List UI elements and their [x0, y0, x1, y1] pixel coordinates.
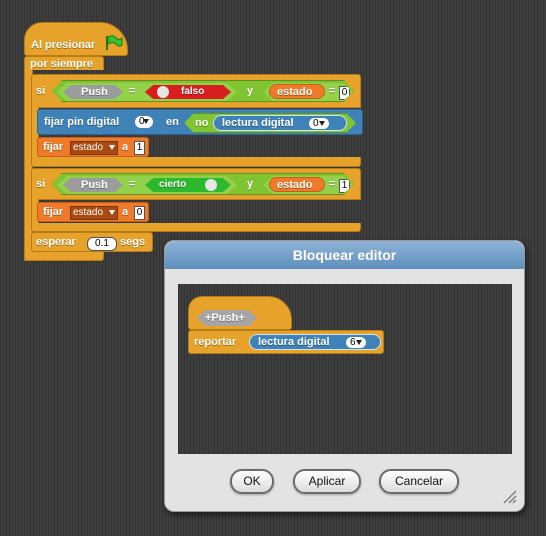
forever-bottom: [24, 252, 104, 261]
if-block-2[interactable]: si Push = cierto y estado = 1: [31, 168, 361, 200]
not-label: no: [195, 117, 209, 129]
if-bottom-2: [31, 223, 361, 232]
push-parameter-label: +Push+: [205, 312, 245, 324]
if-label: si: [36, 178, 46, 190]
toggle-knob: [205, 179, 217, 191]
true-boolean[interactable]: cierto: [145, 178, 231, 192]
digital-read-reporter[interactable]: lectura digital 0: [213, 115, 347, 131]
and-operator[interactable]: Push = falso y estado = 0: [52, 80, 354, 102]
set-pin-label: fijar pin digital: [44, 116, 120, 128]
value-input[interactable]: 1: [134, 141, 145, 155]
digital-read-label: lectura digital: [258, 336, 330, 348]
to-label: a: [122, 206, 129, 218]
forever-block[interactable]: por siempre: [24, 56, 104, 70]
estado-variable[interactable]: estado: [269, 177, 325, 192]
number-input[interactable]: 0: [339, 86, 350, 100]
pin-dropdown[interactable]: 0: [135, 116, 153, 128]
value-input[interactable]: 0: [134, 206, 145, 220]
equals-operator[interactable]: Push = falso: [57, 83, 237, 101]
and-label: y: [247, 178, 254, 190]
push-label: Push: [81, 179, 108, 191]
report-block[interactable]: reportar lectura digital 6: [188, 330, 384, 354]
false-label: falso: [181, 86, 205, 97]
toggle-knob: [157, 86, 169, 98]
equals-operator-2[interactable]: estado = 1: [263, 176, 353, 194]
equals-sign: =: [129, 178, 136, 190]
green-flag-icon: [106, 35, 123, 50]
equals-sign: =: [329, 85, 336, 97]
equals-operator-2[interactable]: estado = 0: [263, 83, 353, 101]
editor-canvas[interactable]: +Push+ reportar lectura digital 6: [178, 284, 512, 454]
push-parameter[interactable]: +Push+: [197, 310, 257, 326]
false-boolean[interactable]: falso: [145, 85, 231, 99]
reporter-hat-block[interactable]: +Push+: [188, 296, 292, 330]
push-variable[interactable]: Push: [63, 85, 123, 99]
to-label: a: [122, 141, 129, 153]
cancel-button[interactable]: Cancelar: [379, 469, 459, 494]
variable-dropdown[interactable]: estado: [70, 141, 118, 155]
en-label: en: [166, 116, 179, 128]
and-operator[interactable]: Push = cierto y estado = 1: [52, 173, 354, 195]
seconds-label: segs: [120, 236, 146, 248]
estado-label: estado: [277, 179, 313, 191]
estado-label: estado: [277, 86, 313, 98]
dialog-title: Bloquear editor: [292, 247, 397, 263]
equals-operator[interactable]: Push = cierto: [57, 176, 237, 194]
digital-read-reporter[interactable]: lectura digital 6: [249, 334, 381, 350]
set-digital-pin-block[interactable]: fijar pin digital 0 en no lectura digita…: [37, 109, 363, 135]
equals-sign: =: [129, 85, 136, 97]
wait-label: esperar: [36, 236, 76, 248]
apply-button[interactable]: Aplicar: [293, 469, 361, 494]
wait-seconds-input[interactable]: 0.1: [87, 237, 117, 251]
dialog-title-bar[interactable]: Bloquear editor: [165, 241, 524, 269]
forever-label: por siempre: [30, 58, 93, 70]
estado-variable[interactable]: estado: [269, 84, 325, 99]
number-input[interactable]: 1: [339, 179, 350, 193]
set-variable-block-1[interactable]: fijar estado a 1: [37, 137, 149, 157]
push-variable[interactable]: Push: [63, 178, 123, 192]
read-pin-dropdown[interactable]: 6: [346, 337, 366, 348]
resize-handle-icon[interactable]: [501, 488, 517, 504]
digital-read-label: lectura digital: [222, 117, 294, 129]
not-operator[interactable]: no lectura digital 0: [184, 113, 356, 133]
variable-dropdown[interactable]: estado: [70, 206, 118, 220]
set-variable-block-2[interactable]: fijar estado a 0: [37, 202, 149, 222]
green-flag-hat-block[interactable]: Al presionar: [24, 22, 128, 56]
if-label: si: [36, 85, 46, 97]
report-label: reportar: [194, 336, 237, 348]
set-label: fijar: [43, 206, 64, 218]
read-pin-dropdown[interactable]: 0: [309, 118, 329, 129]
push-label: Push: [81, 86, 108, 98]
and-label: y: [247, 85, 254, 97]
block-editor-dialog: Bloquear editor +Push+ reportar lectura …: [164, 240, 525, 512]
wait-block[interactable]: esperar 0.1 segs: [31, 232, 153, 252]
equals-sign: =: [329, 178, 336, 190]
hat-label: Al presionar: [31, 39, 96, 51]
set-label: fijar: [43, 141, 64, 153]
if-block-1[interactable]: si Push = falso y estado = 0: [31, 74, 361, 108]
true-label: cierto: [159, 179, 187, 190]
if-bottom-1: [31, 157, 361, 167]
ok-button[interactable]: OK: [230, 469, 274, 494]
